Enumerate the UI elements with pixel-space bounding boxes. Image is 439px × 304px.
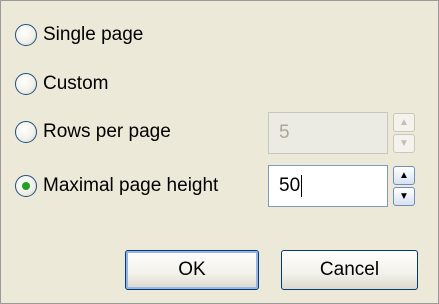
- rows-per-page-label[interactable]: Rows per page: [43, 121, 171, 143]
- single-page-option[interactable]: Single page: [15, 22, 143, 48]
- rows-per-page-field[interactable]: 5: [268, 112, 388, 154]
- rows-per-page-option[interactable]: Rows per page: [15, 119, 171, 145]
- radio-dot-icon: [22, 182, 30, 190]
- max-page-height-value: 50: [279, 175, 301, 196]
- cancel-button[interactable]: Cancel: [281, 250, 418, 290]
- single-page-radio[interactable]: [15, 24, 37, 46]
- text-caret: [301, 174, 303, 197]
- max-page-height-stepper[interactable]: ▲ ▼: [393, 166, 415, 206]
- max-page-height-label[interactable]: Maximal page height: [43, 175, 218, 197]
- custom-option[interactable]: Custom: [15, 71, 108, 97]
- ok-button[interactable]: OK: [125, 250, 259, 290]
- max-page-height-radio[interactable]: [15, 175, 37, 197]
- spin-up-icon[interactable]: ▲: [393, 166, 415, 185]
- single-page-label[interactable]: Single page: [43, 24, 143, 46]
- spin-down-icon[interactable]: ▼: [393, 134, 415, 153]
- max-page-height-option[interactable]: Maximal page height: [15, 173, 218, 199]
- rows-per-page-radio[interactable]: [15, 121, 37, 143]
- custom-label[interactable]: Custom: [43, 73, 108, 95]
- rows-per-page-value: 5: [279, 122, 290, 143]
- max-page-height-field[interactable]: 50: [268, 165, 388, 207]
- spin-down-icon[interactable]: ▼: [393, 187, 415, 206]
- custom-radio[interactable]: [15, 73, 37, 95]
- spin-up-icon[interactable]: ▲: [393, 113, 415, 132]
- rows-per-page-stepper[interactable]: ▲ ▼: [393, 113, 415, 153]
- page-settings-dialog: Single page Custom Rows per page Maximal…: [0, 0, 439, 304]
